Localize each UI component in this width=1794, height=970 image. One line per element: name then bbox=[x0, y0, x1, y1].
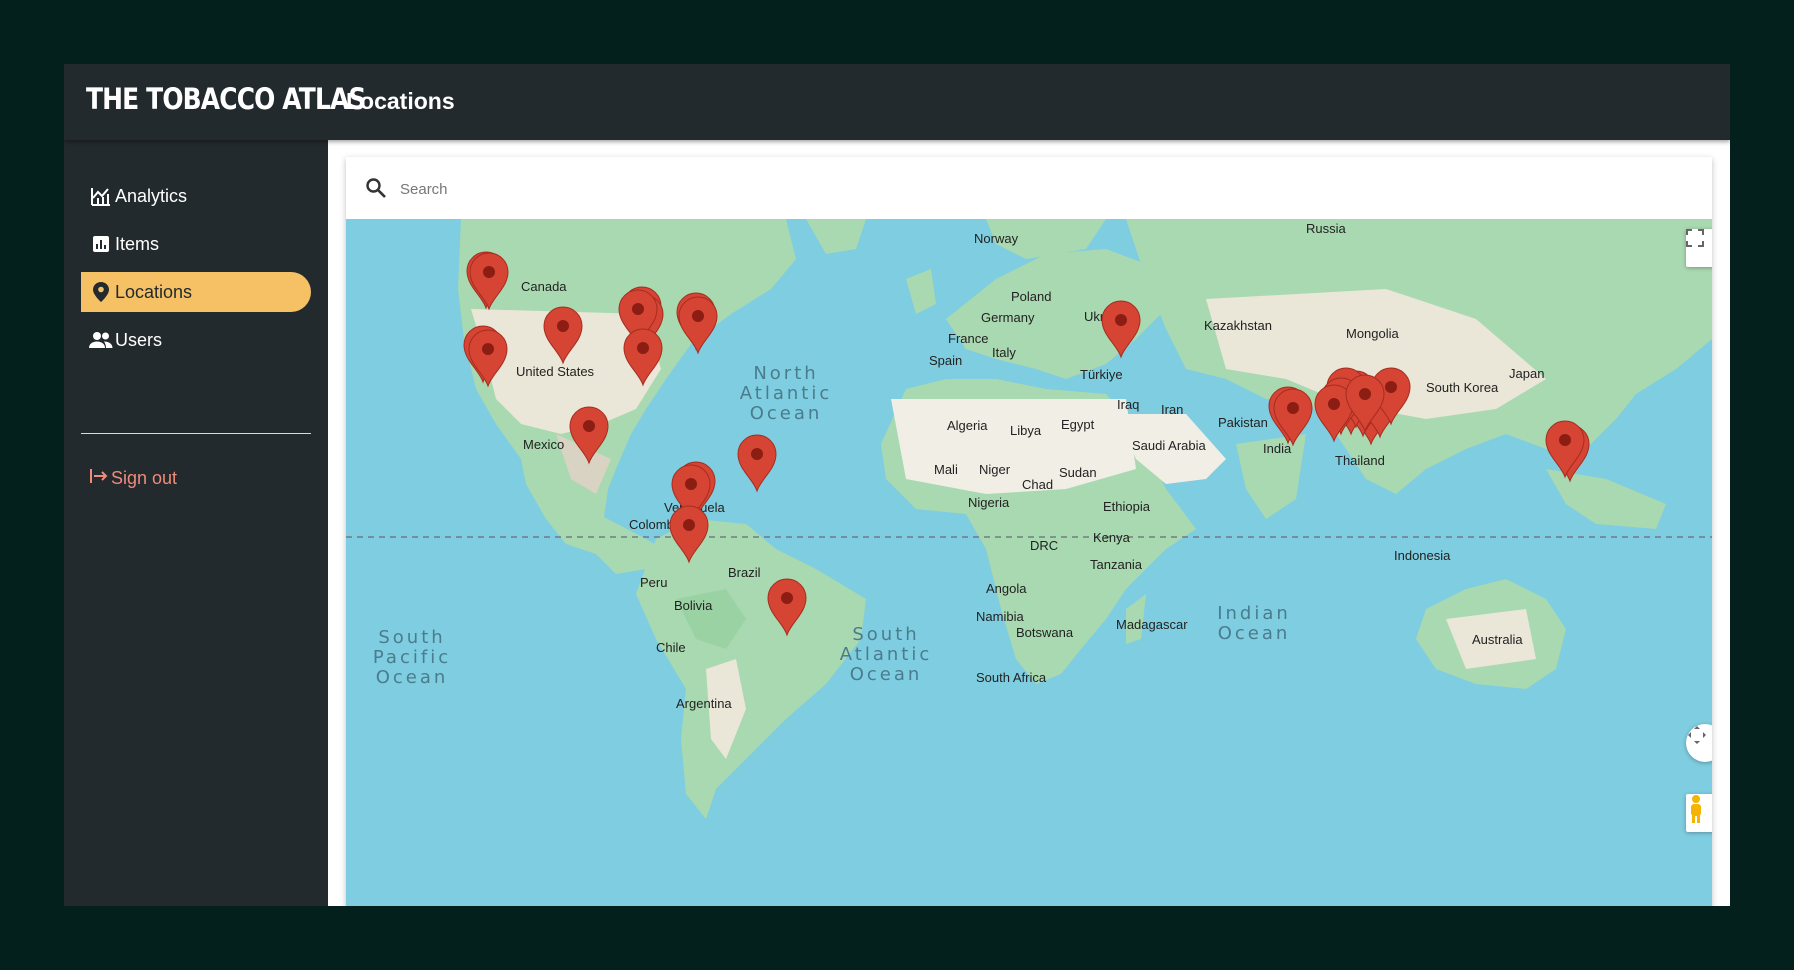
sidebar-item-users[interactable]: Users bbox=[81, 320, 311, 360]
map-label-italy: Italy bbox=[992, 345, 1016, 360]
map-label-indonesia: Indonesia bbox=[1394, 548, 1451, 563]
map-label-egypt: Egypt bbox=[1061, 417, 1095, 432]
sign-out-icon bbox=[89, 468, 109, 489]
map-label-bolivia: Bolivia bbox=[674, 598, 713, 613]
map-label-sudan: Sudan bbox=[1059, 465, 1097, 480]
map-label-nigeria: Nigeria bbox=[968, 495, 1010, 510]
sidebar-divider bbox=[81, 433, 311, 434]
ocean-label-indian: Indian Ocean bbox=[1217, 603, 1291, 644]
street-view-button[interactable] bbox=[1686, 794, 1712, 832]
map-label-south-korea: South Korea bbox=[1426, 380, 1499, 395]
map-label-libya: Libya bbox=[1010, 423, 1042, 438]
map-label-turkiye: Türkiye bbox=[1080, 367, 1123, 382]
map-label-chile: Chile bbox=[656, 640, 686, 655]
map-label-iraq: Iraq bbox=[1117, 397, 1139, 412]
map-label-thailand: Thailand bbox=[1335, 453, 1385, 468]
top-bar: THE TOBACCO ATLAS Locations bbox=[64, 64, 1730, 140]
sign-out-label: Sign out bbox=[111, 468, 178, 488]
ocean-label-south-pacific: South Pacific Ocean bbox=[373, 627, 451, 688]
location-marker[interactable] bbox=[1545, 420, 1585, 479]
map-label-united-states: United States bbox=[516, 364, 595, 379]
map-card: RussiaNorwayPolandGermanyUkraineKazakhst… bbox=[346, 157, 1712, 906]
map-label-algeria: Algeria bbox=[947, 418, 988, 433]
search-bar bbox=[346, 157, 1712, 219]
map-label-france: France bbox=[948, 331, 988, 346]
map-label-kazakhstan: Kazakhstan bbox=[1204, 318, 1272, 333]
map-label-mexico: Mexico bbox=[523, 437, 564, 452]
map-label-spain: Spain bbox=[929, 353, 962, 368]
map-label-pakistan: Pakistan bbox=[1218, 415, 1268, 430]
map-label-peru: Peru bbox=[640, 575, 667, 590]
ocean-label-north-atlantic: North Atlantic Ocean bbox=[740, 363, 832, 424]
map-label-chad: Chad bbox=[1022, 477, 1053, 492]
map-label-madagascar: Madagascar bbox=[1116, 617, 1188, 632]
search-input[interactable] bbox=[398, 173, 1002, 205]
map-label-kenya: Kenya bbox=[1093, 530, 1131, 545]
sidebar: Analytics Items Locations Users Sign out bbox=[64, 140, 328, 906]
location-marker[interactable] bbox=[737, 434, 777, 493]
bar-chart-icon bbox=[89, 232, 113, 256]
map-label-germany: Germany bbox=[981, 310, 1035, 325]
page-title: Locations bbox=[346, 88, 455, 114]
map-label-tanzania: Tanzania bbox=[1090, 557, 1143, 572]
map-label-south-africa: South Africa bbox=[976, 670, 1047, 685]
main-content: RussiaNorwayPolandGermanyUkraineKazakhst… bbox=[328, 140, 1730, 906]
users-icon bbox=[89, 328, 113, 352]
map-label-brazil: Brazil bbox=[728, 565, 761, 580]
map-label-mongolia: Mongolia bbox=[1346, 326, 1400, 341]
map-label-argentina: Argentina bbox=[676, 696, 732, 711]
map-label-ethiopia: Ethiopia bbox=[1103, 499, 1151, 514]
map-label-botswana: Botswana bbox=[1016, 625, 1074, 640]
ocean-label-south-atlantic: South Atlantic Ocean bbox=[840, 624, 932, 685]
map-label-poland: Poland bbox=[1011, 289, 1051, 304]
map-canvas: RussiaNorwayPolandGermanyUkraineKazakhst… bbox=[346, 219, 1712, 819]
sidebar-item-locations[interactable]: Locations bbox=[81, 272, 311, 312]
search-icon bbox=[364, 176, 388, 200]
map-label-russia: Russia bbox=[1306, 221, 1347, 236]
map-label-canada: Canada bbox=[521, 279, 567, 294]
location-pin-icon bbox=[89, 280, 113, 304]
map-label-australia: Australia bbox=[1472, 632, 1523, 647]
sidebar-item-label: Analytics bbox=[115, 185, 188, 206]
map-label-namibia: Namibia bbox=[976, 609, 1024, 624]
map-label-iran: Iran bbox=[1161, 402, 1183, 417]
map-label-angola: Angola bbox=[986, 581, 1027, 596]
sidebar-item-items[interactable]: Items bbox=[81, 224, 311, 264]
sidebar-item-analytics[interactable]: Analytics bbox=[81, 176, 311, 216]
app-logo[interactable]: THE TOBACCO ATLAS bbox=[86, 82, 366, 116]
map-label-mali: Mali bbox=[934, 462, 958, 477]
sidebar-item-label: Items bbox=[115, 233, 160, 254]
world-map[interactable]: RussiaNorwayPolandGermanyUkraineKazakhst… bbox=[346, 219, 1712, 906]
analytics-icon bbox=[89, 184, 113, 208]
map-label-japan: Japan bbox=[1509, 366, 1544, 381]
location-marker[interactable] bbox=[1273, 388, 1313, 447]
fullscreen-button[interactable] bbox=[1686, 229, 1712, 267]
map-label-drc: DRC bbox=[1030, 538, 1058, 553]
map-label-norway: Norway bbox=[974, 231, 1019, 246]
sidebar-item-label: Locations bbox=[115, 281, 193, 302]
sidebar-item-label: Users bbox=[115, 329, 163, 350]
sign-out-link[interactable]: Sign out bbox=[89, 468, 177, 489]
map-label-saudi-arabia: Saudi Arabia bbox=[1132, 438, 1206, 453]
app-window: THE TOBACCO ATLAS Locations Analytics It… bbox=[64, 64, 1730, 906]
map-label-niger: Niger bbox=[979, 462, 1011, 477]
